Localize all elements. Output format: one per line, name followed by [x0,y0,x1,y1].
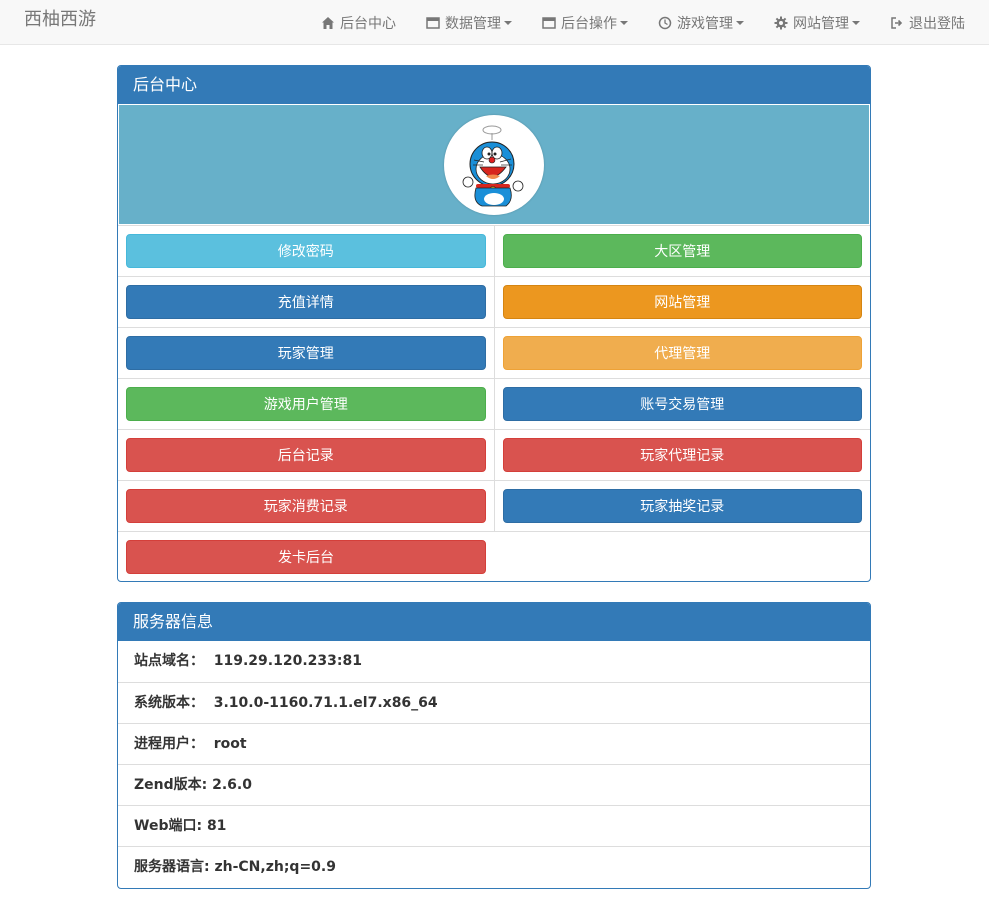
player-agent-records-button[interactable]: 玩家代理记录 [502,438,862,472]
admin-button-grid: 修改密码 大区管理 充值详情 网站管理 玩家管理 代理管理 游戏用户管理 账号交… [118,225,870,581]
info-label: 站点域名： [134,653,204,669]
window-icon [426,16,440,30]
info-label: Web端口: [134,818,203,834]
nav-label-backend-ops: 后台操作 [561,15,617,32]
nav-item-logout[interactable]: 退出登陆 [890,0,965,45]
clock-icon [658,16,672,30]
panel-title: 服务器信息 [118,603,870,641]
game-user-management-button[interactable]: 游戏用户管理 [126,387,486,421]
empty-cell [494,531,870,581]
player-management-button[interactable]: 玩家管理 [126,336,486,370]
doraemon-avatar-icon [462,125,524,206]
system-version-item: 系统版本： 3.10.0-1160.71.1.el7.x86_64 [118,682,870,723]
nav-label-logout: 退出登陆 [909,15,965,32]
panel-title: 后台中心 [118,66,870,104]
info-value: 3.10.0-1160.71.1.el7.x86_64 [213,695,438,711]
nav-label-dashboard: 后台中心 [340,15,396,32]
nav-label-data-management: 数据管理 [445,15,501,32]
admin-center-panel: 后台中心 修改密码 大区管理 充值详情 网站管理 玩家管理 代理管理 游戏用户管… [117,65,871,582]
info-value: root [213,736,247,752]
info-value: 119.29.120.233:81 [213,653,362,669]
caret-down-icon [620,20,628,25]
home-icon [321,16,335,30]
server-info-panel: 服务器信息 站点域名： 119.29.120.233:81 系统版本： 3.10… [117,602,871,889]
agent-management-button[interactable]: 代理管理 [502,336,862,370]
info-value: 2.6.0 [212,777,252,793]
change-password-button[interactable]: 修改密码 [126,234,486,268]
button-row: 游戏用户管理 账号交易管理 [118,378,870,430]
website-management-button[interactable]: 网站管理 [502,285,862,319]
caret-down-icon [504,20,512,25]
site-domain-item: 站点域名： 119.29.120.233:81 [118,641,870,682]
avatar-banner [119,104,869,225]
server-language-item: 服务器语言: zh-CN,zh;q=0.9 [118,846,870,887]
process-user-item: 进程用户： root [118,723,870,764]
info-label: 进程用户： [134,736,204,752]
info-value: zh-CN,zh;q=0.9 [214,859,336,875]
nav-item-backend-ops[interactable]: 后台操作 [542,0,628,45]
logout-icon [890,16,904,30]
zend-version-item: Zend版本: 2.6.0 [118,764,870,805]
nav-item-data-management[interactable]: 数据管理 [426,0,512,45]
nav-item-game-management[interactable]: 游戏管理 [658,0,744,45]
button-row: 玩家管理 代理管理 [118,327,870,379]
nav-label-game-management: 游戏管理 [677,15,733,32]
player-lottery-records-button[interactable]: 玩家抽奖记录 [502,489,862,523]
player-consumption-records-button[interactable]: 玩家消费记录 [126,489,486,523]
avatar [444,114,544,215]
backend-records-button[interactable]: 后台记录 [126,438,486,472]
server-info-list: 站点域名： 119.29.120.233:81 系统版本： 3.10.0-116… [118,641,870,887]
recharge-details-button[interactable]: 充值详情 [126,285,486,319]
region-management-button[interactable]: 大区管理 [502,234,862,268]
navbar: 西柚西游 后台中心 数据管理 后台操作 游戏管理 网站管理 退出登陆 [0,0,989,45]
account-trade-management-button[interactable]: 账号交易管理 [502,387,862,421]
nav-menu: 后台中心 数据管理 后台操作 游戏管理 网站管理 退出登陆 [321,0,965,45]
info-label: 服务器语言: [134,859,210,875]
web-port-item: Web端口: 81 [118,805,870,846]
nav-label-site-management: 网站管理 [793,15,849,32]
nav-item-dashboard[interactable]: 后台中心 [321,0,396,45]
button-row: 充值详情 网站管理 [118,276,870,328]
caret-down-icon [852,20,860,25]
info-label: 系统版本： [134,695,204,711]
info-value: 81 [206,818,227,834]
caret-down-icon [736,20,744,25]
window-icon [542,16,556,30]
brand-title[interactable]: 西柚西游 [24,9,96,31]
button-row: 玩家消费记录 玩家抽奖记录 [118,480,870,532]
info-label: Zend版本: [134,777,208,793]
button-row: 发卡后台 [118,531,870,581]
nav-item-site-management[interactable]: 网站管理 [774,0,860,45]
gear-icon [774,16,788,30]
button-row: 修改密码 大区管理 [118,225,870,277]
card-issuing-backend-button[interactable]: 发卡后台 [126,540,486,575]
button-row: 后台记录 玩家代理记录 [118,429,870,481]
